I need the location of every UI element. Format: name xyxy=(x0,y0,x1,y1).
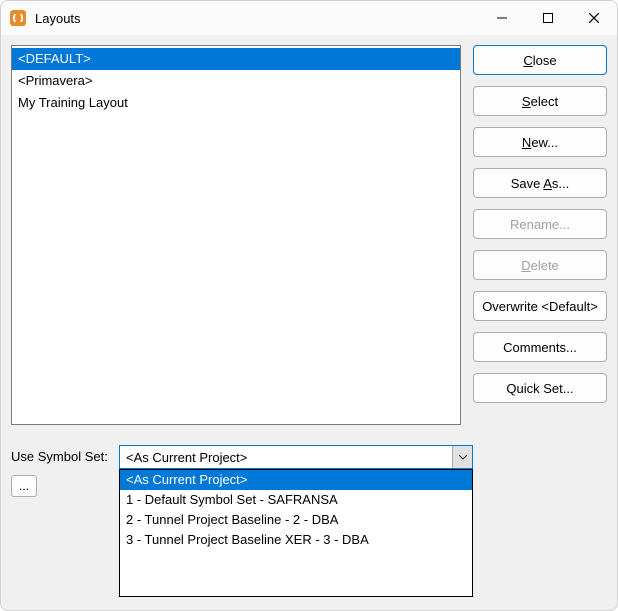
ellipsis-button[interactable]: ... xyxy=(11,475,37,497)
dropdown-option[interactable]: 1 - Default Symbol Set - SAFRANSA xyxy=(120,490,472,510)
symbol-set-combo-wrap: <As Current Project> <As Current Project… xyxy=(119,445,473,469)
dropdown-option[interactable]: 3 - Tunnel Project Baseline XER - 3 - DB… xyxy=(120,530,472,550)
upper-pane: <DEFAULT><Primavera>My Training Layout C… xyxy=(11,45,607,425)
dropdown-option[interactable]: 2 - Tunnel Project Baseline - 2 - DBA xyxy=(120,510,472,530)
layouts-listbox[interactable]: <DEFAULT><Primavera>My Training Layout xyxy=(11,45,461,425)
rename-button[interactable]: Rename... xyxy=(473,209,607,239)
app-icon xyxy=(9,9,27,27)
list-item[interactable]: <Primavera> xyxy=(12,70,460,92)
button-sidebar: Close Select New... Save As... Rename...… xyxy=(473,45,607,425)
select-button[interactable]: Select xyxy=(473,86,607,116)
maximize-button[interactable] xyxy=(525,1,571,35)
symbol-set-combo[interactable]: <As Current Project> xyxy=(119,445,473,469)
save-as-button[interactable]: Save As... xyxy=(473,168,607,198)
window-close-button[interactable] xyxy=(571,1,617,35)
title-bar: Layouts xyxy=(1,1,617,35)
lower-pane: Use Symbol Set: <As Current Project> <As… xyxy=(11,445,607,469)
list-item[interactable]: <DEFAULT> xyxy=(12,48,460,70)
client-area: <DEFAULT><Primavera>My Training Layout C… xyxy=(1,35,617,610)
comments-button[interactable]: Comments... xyxy=(473,332,607,362)
symbol-set-value: <As Current Project> xyxy=(120,450,452,465)
minimize-button[interactable] xyxy=(479,1,525,35)
dropdown-option[interactable]: <As Current Project> xyxy=(120,470,472,490)
quick-set-button[interactable]: Quick Set... xyxy=(473,373,607,403)
symbol-set-dropdown[interactable]: <As Current Project>1 - Default Symbol S… xyxy=(119,469,473,597)
close-button[interactable]: Close xyxy=(473,45,607,75)
symbol-set-label: Use Symbol Set: xyxy=(11,445,111,464)
layouts-dialog: Layouts <DEFAULT><Primavera>My Training … xyxy=(0,0,618,611)
new-button[interactable]: New... xyxy=(473,127,607,157)
overwrite-default-button[interactable]: Overwrite <Default> xyxy=(473,291,607,321)
window-title: Layouts xyxy=(35,11,479,26)
list-item[interactable]: My Training Layout xyxy=(12,92,460,114)
chevron-down-icon[interactable] xyxy=(452,446,472,468)
delete-button[interactable]: Delete xyxy=(473,250,607,280)
